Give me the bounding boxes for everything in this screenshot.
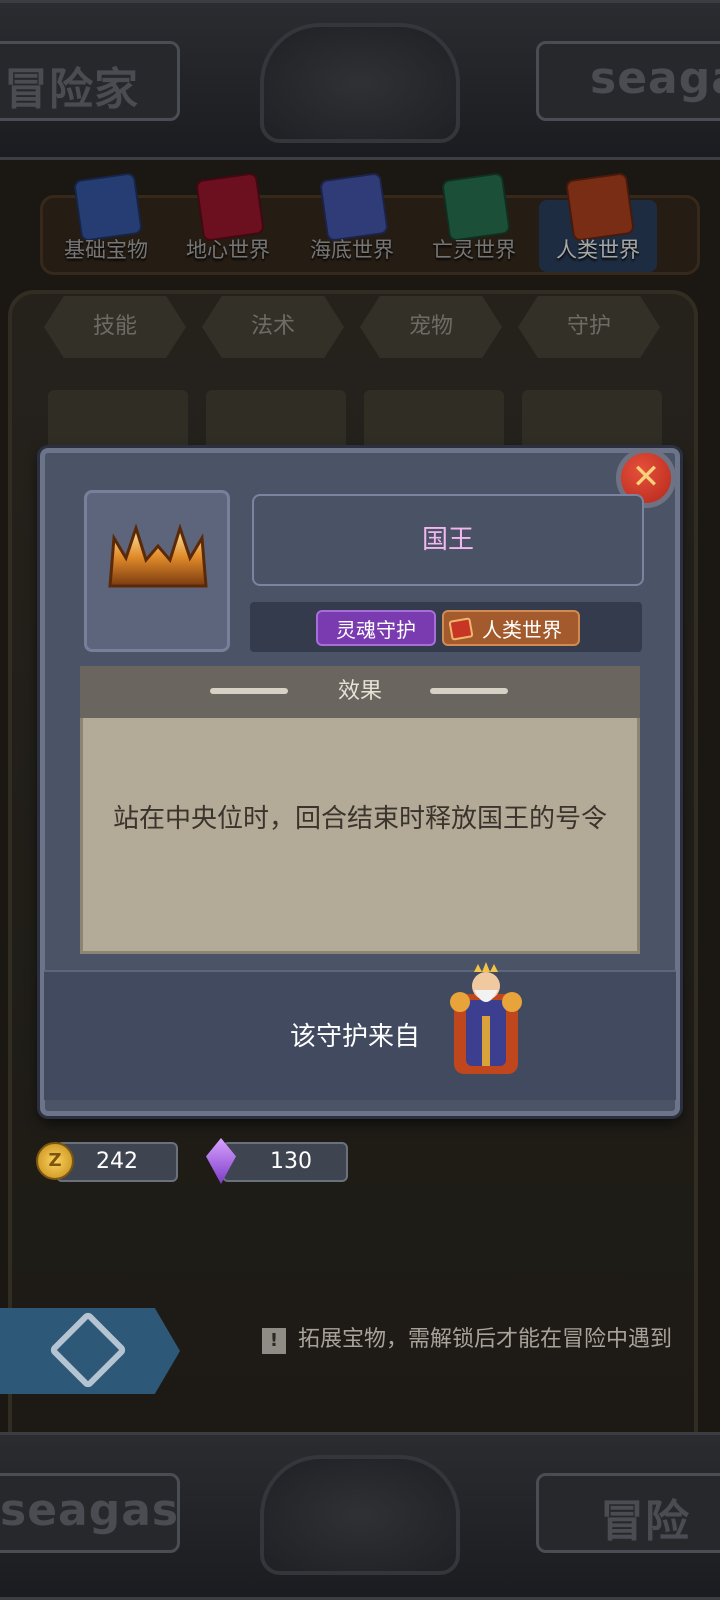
- banner-title-right: 冒险: [600, 1496, 690, 1547]
- banner-title-left: 冒险家: [4, 64, 139, 115]
- banner-title-left: seagas: [0, 1485, 180, 1536]
- world-badge-label: 人类世界: [482, 618, 562, 642]
- effect-description: 站在中央位时，回合结束时释放国王的号令: [112, 804, 607, 834]
- gold-counter: 242: [56, 1142, 178, 1182]
- world-badge: 人类世界: [442, 610, 580, 646]
- banner-title-right: seaga: [590, 53, 720, 104]
- gem-value: 130: [270, 1149, 312, 1174]
- book-icon: [448, 617, 474, 641]
- banner-emblem: [260, 1455, 460, 1575]
- gem-counter: 130: [222, 1142, 348, 1182]
- close-icon: ✕: [631, 457, 661, 497]
- gold-coin-icon: Z: [36, 1142, 74, 1180]
- gold-value: 242: [96, 1149, 138, 1174]
- king-hero-icon[interactable]: [444, 960, 528, 1080]
- crown-icon: [108, 524, 208, 588]
- hint-text: 拓展宝物，需解锁后才能在冒险中遇到: [298, 1327, 673, 1352]
- type-badge: 灵魂守护: [316, 610, 436, 646]
- top-banner: 冒险家 seaga: [0, 0, 720, 160]
- coin-glyph: Z: [48, 1150, 62, 1171]
- effect-title: 效果: [337, 679, 382, 704]
- bottom-banner: seagas 冒险: [0, 1432, 720, 1600]
- banner-emblem: [260, 23, 460, 143]
- source-label: 该守护来自: [290, 1022, 421, 1052]
- exclamation-icon: !: [262, 1328, 286, 1354]
- item-name: 国王: [421, 525, 474, 555]
